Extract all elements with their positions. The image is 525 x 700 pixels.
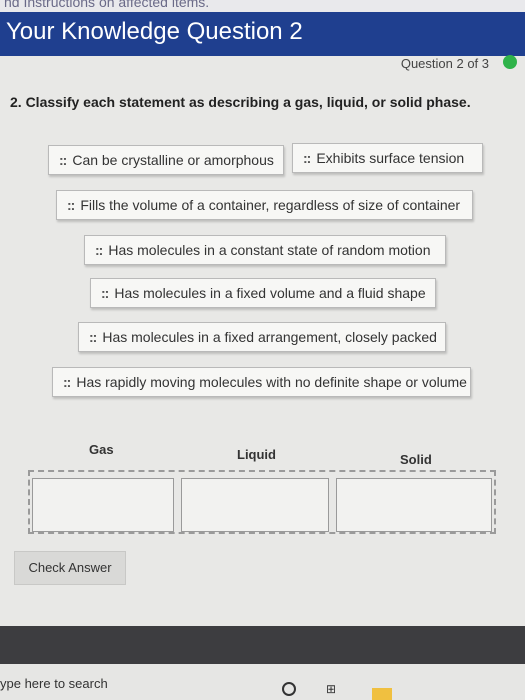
file-explorer-icon[interactable]: [372, 688, 392, 700]
drag-handle-icon: ::: [67, 197, 75, 213]
category-label-solid: Solid: [400, 452, 432, 467]
question-counter: Question 2 of 3: [400, 56, 489, 71]
drag-handle-icon: ::: [101, 285, 109, 301]
drag-item-label: Fills the volume of a container, regardl…: [80, 197, 461, 213]
drop-zone-liquid[interactable]: [181, 478, 329, 532]
drag-item-label: Can be crystalline or amorphous: [72, 152, 274, 168]
drag-handle-icon: ::: [89, 329, 97, 345]
taskbar-search-input[interactable]: ype here to search: [0, 676, 108, 691]
drag-item-fixed-arrangement[interactable]: :: Has molecules in a fixed arrangement, …: [78, 322, 446, 352]
status-dot: [503, 55, 517, 69]
drag-item-label: Exhibits surface tension: [316, 150, 465, 166]
question-text: 2. Classify each statement as describing…: [10, 94, 471, 110]
top-strip-text: nd Instructions on affected items.: [4, 0, 210, 10]
drag-item-fixed-volume-fluid-shape[interactable]: :: Has molecules in a fixed volume and a …: [90, 278, 436, 308]
drag-item-label: Has molecules in a fixed volume and a fl…: [114, 285, 426, 301]
drag-item-random-motion[interactable]: :: Has molecules in a constant state of r…: [84, 235, 446, 265]
drag-item-label: Has molecules in a constant state of ran…: [108, 242, 431, 258]
drag-item-surface-tension[interactable]: :: Exhibits surface tension: [292, 143, 483, 173]
drag-handle-icon: ::: [95, 242, 103, 258]
task-view-icon[interactable]: ⊞: [326, 682, 344, 696]
drop-zone-solid[interactable]: [336, 478, 492, 532]
page-header: Your Knowledge Question 2: [0, 12, 525, 56]
drag-item-label: Has molecules in a fixed arrangement, cl…: [102, 329, 437, 345]
cortana-icon[interactable]: [282, 682, 296, 696]
drag-item-label: Has rapidly moving molecules with no def…: [76, 374, 467, 390]
drag-handle-icon: ::: [59, 152, 67, 168]
category-label-liquid: Liquid: [237, 447, 276, 462]
drag-item-fills-volume[interactable]: :: Fills the volume of a container, regar…: [56, 190, 473, 220]
page-title: Your Knowledge Question 2: [6, 18, 303, 45]
drag-item-crystalline[interactable]: :: Can be crystalline or amorphous: [48, 145, 284, 175]
drag-item-rapid-motion[interactable]: :: Has rapidly moving molecules with no d…: [52, 367, 471, 397]
check-answer-button[interactable]: Check Answer: [14, 551, 126, 585]
drop-zone-gas[interactable]: [32, 478, 174, 532]
drag-handle-icon: ::: [63, 374, 71, 390]
category-label-gas: Gas: [89, 442, 114, 457]
drag-handle-icon: ::: [303, 150, 311, 166]
